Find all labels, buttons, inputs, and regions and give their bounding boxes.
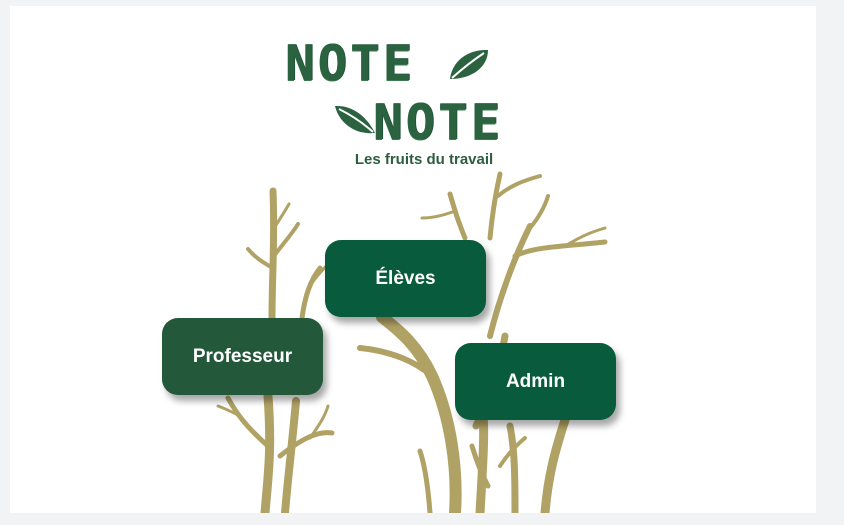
app-page: NOTE NOTE Les fruits du travail Élèves P… [10,6,816,513]
logo-wordmark-line-2: NOTE [373,94,504,151]
tagline: Les fruits du travail [354,151,494,168]
logo-wordmark-line-1: NOTE [285,35,416,92]
eleves-button-label: Élèves [375,267,436,289]
leaf-icon [450,49,488,79]
eleves-button[interactable]: Élèves [325,240,486,317]
professeur-button[interactable]: Professeur [162,318,323,395]
admin-button-label: Admin [505,370,566,392]
professeur-button-label: Professeur [192,345,293,367]
admin-button[interactable]: Admin [455,343,616,420]
leaf-icon [335,105,375,134]
